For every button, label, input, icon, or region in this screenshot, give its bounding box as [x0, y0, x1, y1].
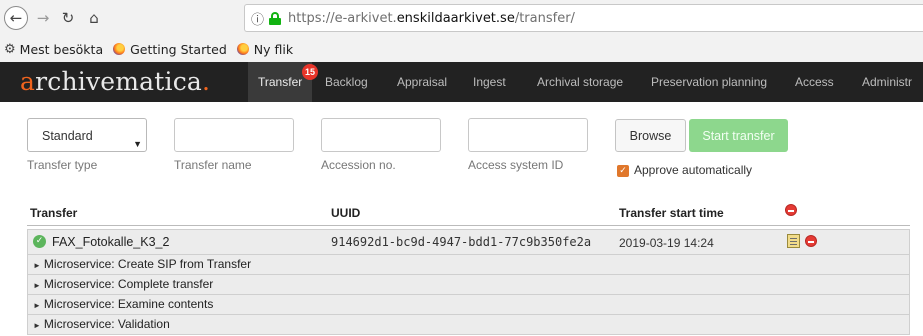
tab-ingest[interactable]: Ingest	[473, 62, 506, 102]
accession-number-label: Accession no.	[321, 158, 396, 172]
bookmark-most-visited[interactable]: ⚙ Mest besökta	[4, 42, 103, 57]
microservice-row[interactable]: ► Microservice: Create SIP from Transfer	[27, 255, 910, 275]
column-header-start-time: Transfer start time	[619, 206, 724, 220]
status-ok-icon: ✓	[33, 235, 46, 248]
microservice-row[interactable]: ► Microservice: Validation	[27, 315, 910, 335]
select-arrow-icon: ▼	[133, 139, 142, 149]
transfer-type-label: Transfer type	[27, 158, 98, 172]
bookmark-label: Ny flik	[253, 41, 294, 57]
access-system-id-input[interactable]	[468, 118, 588, 152]
url-domain: enskildaarkivet.se	[396, 10, 515, 26]
url-path: /transfer/	[514, 10, 575, 26]
expand-triangle-icon: ►	[33, 321, 41, 330]
microservice-row[interactable]: ► Microservice: Complete transfer	[27, 275, 910, 295]
bookmarks-bar: ⚙ Mest besökta Getting Started Ny flik	[0, 36, 923, 62]
approve-checkbox[interactable]: ✓	[617, 165, 629, 177]
bookmark-label: Mest besökta	[19, 41, 104, 57]
approve-label: Approve automatically	[634, 163, 753, 177]
transfer-name: FAX_Fotokalle_K3_2	[52, 235, 170, 249]
bookmark-new-tab[interactable]: Ny flik	[236, 41, 294, 57]
browse-button[interactable]: Browse	[615, 119, 686, 152]
report-icon[interactable]	[787, 234, 800, 248]
tab-appraisal[interactable]: Appraisal	[397, 62, 447, 102]
url-text: https://e-arkivet.enskildaarkivet.se/tra…	[288, 11, 575, 26]
remove-transfer-icon[interactable]	[805, 235, 817, 247]
header-divider	[27, 225, 910, 226]
transfer-name-label: Transfer name	[174, 158, 252, 172]
transfer-count-badge: 15	[302, 64, 319, 80]
expand-triangle-icon: ►	[33, 301, 41, 310]
firefox-icon	[236, 43, 249, 55]
tab-access[interactable]: Access	[795, 62, 834, 102]
microservice-row[interactable]: ► Microservice: Examine contents	[27, 295, 910, 315]
expand-triangle-icon: ►	[33, 261, 41, 270]
info-icon[interactable]: ⓘ	[251, 9, 264, 28]
tab-administration[interactable]: Administr	[862, 62, 912, 102]
column-header-transfer: Transfer	[30, 206, 78, 220]
url-prefix: https://e-arkivet.	[288, 10, 397, 26]
tab-archival-storage[interactable]: Archival storage	[537, 62, 623, 102]
transfer-type-select[interactable]: Standard ▼	[27, 118, 147, 152]
transfer-type-value: Standard	[42, 129, 93, 143]
transfer-start-time: 2019-03-19 14:24	[619, 236, 714, 250]
tab-backlog[interactable]: Backlog	[325, 62, 368, 102]
browser-toolbar: ← → ↻ ⌂ ⓘ https://e-arkivet.enskildaarki…	[0, 0, 923, 36]
address-bar[interactable]: ⓘ https://e-arkivet.enskildaarkivet.se/t…	[244, 4, 923, 32]
gear-icon: ⚙	[4, 41, 16, 57]
accession-number-input[interactable]	[321, 118, 441, 152]
reload-icon[interactable]: ↻	[58, 6, 78, 30]
start-transfer-button[interactable]: Start transfer	[689, 119, 788, 152]
access-system-id-label: Access system ID	[468, 158, 564, 172]
transfer-name-input[interactable]	[174, 118, 294, 152]
remove-all-icon[interactable]	[785, 204, 797, 216]
lock-icon	[269, 11, 282, 25]
bookmark-label: Getting Started	[130, 41, 227, 57]
expand-triangle-icon: ►	[33, 281, 41, 290]
transfer-uuid: 914692d1-bc9d-4947-bdd1-77c9b350fe2a	[331, 235, 592, 249]
app-navbar: archivematica. Transfer 15 Backlog Appra…	[0, 62, 923, 102]
forward-arrow-icon[interactable]: →	[33, 6, 53, 30]
firefox-icon	[113, 43, 126, 55]
home-icon[interactable]: ⌂	[84, 6, 104, 30]
back-arrow-icon[interactable]: ←	[4, 6, 28, 30]
tab-preservation-planning[interactable]: Preservation planning	[651, 62, 767, 102]
bookmark-getting-started[interactable]: Getting Started	[113, 42, 227, 57]
archivematica-logo[interactable]: archivematica.	[20, 67, 210, 96]
column-header-uuid: UUID	[331, 206, 361, 220]
